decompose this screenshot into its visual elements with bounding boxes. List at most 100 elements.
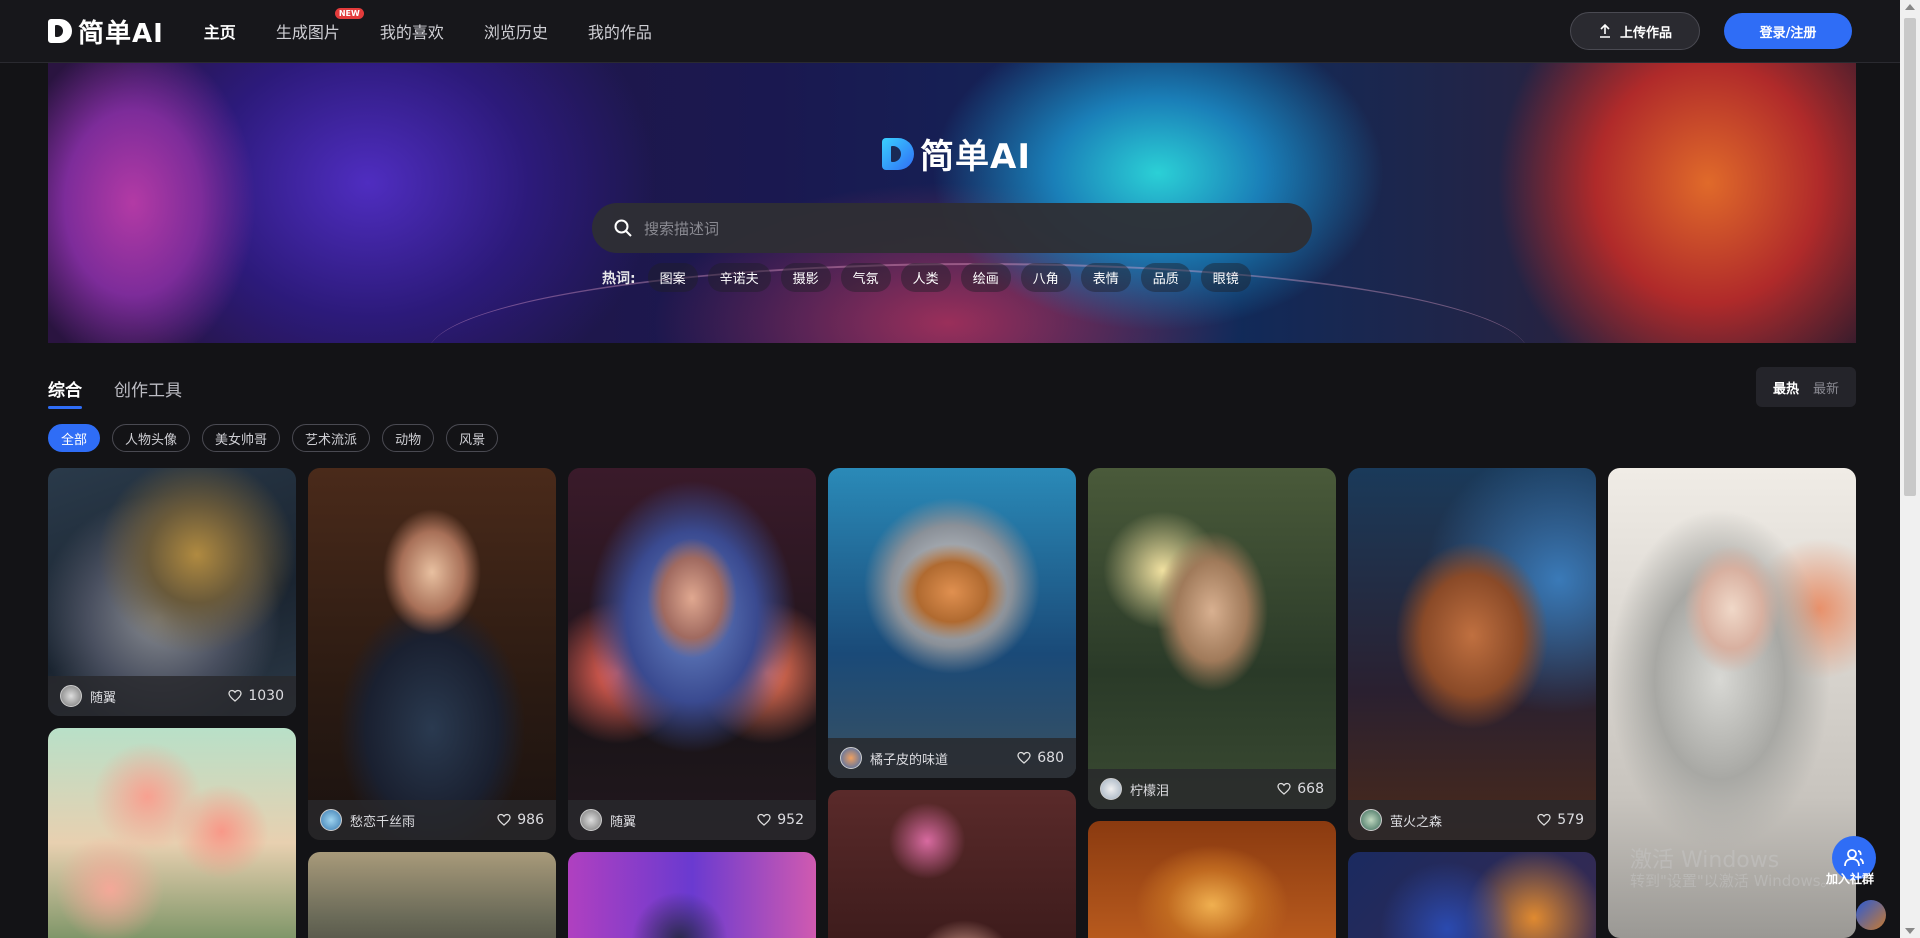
- gallery-card[interactable]: [1348, 852, 1596, 938]
- gallery-card[interactable]: 柠檬泪 668: [1088, 468, 1336, 809]
- card-image-neon-portrait: [568, 852, 816, 938]
- card-footer: 愁恋千丝雨 986: [308, 800, 556, 840]
- logo-text: 简单AI: [78, 18, 164, 49]
- hot-tag[interactable]: 人类: [900, 263, 951, 292]
- gallery-card[interactable]: [828, 790, 1076, 938]
- page-scrollbar[interactable]: [1900, 0, 1920, 938]
- filter-beauty[interactable]: 美女帅哥: [202, 424, 281, 452]
- upload-button[interactable]: 上传作品: [1570, 12, 1700, 50]
- hot-keywords-label: 热词:: [602, 270, 636, 287]
- card-author[interactable]: 柠檬泪: [1130, 780, 1169, 799]
- card-footer: 萤火之森 579: [1348, 800, 1596, 840]
- like-count[interactable]: 680: [1017, 750, 1064, 766]
- site-logo[interactable]: 简单AI: [48, 13, 164, 50]
- heart-icon: [228, 689, 243, 702]
- scroll-up-arrow-icon[interactable]: [1905, 4, 1915, 10]
- gallery-card[interactable]: [308, 852, 556, 938]
- gallery-card[interactable]: [1088, 821, 1336, 938]
- gallery-card[interactable]: 愁恋千丝雨 986: [308, 468, 556, 840]
- card-author[interactable]: 随翼: [90, 687, 116, 706]
- hot-tag[interactable]: 眼镜: [1200, 263, 1251, 292]
- tab-creation-tools[interactable]: 创作工具: [114, 376, 182, 409]
- hot-tag[interactable]: 绘画: [960, 263, 1011, 292]
- filter-animals[interactable]: 动物: [382, 424, 435, 452]
- avatar[interactable]: [1360, 809, 1382, 831]
- main-nav: 主页 生成图片 NEW 我的喜欢 浏览历史 我的作品: [204, 8, 652, 43]
- like-count[interactable]: 579: [1537, 812, 1584, 828]
- nav-favorites[interactable]: 我的喜欢: [380, 19, 444, 43]
- card-footer: 橘子皮的味道 680: [828, 738, 1076, 778]
- like-count[interactable]: 986: [497, 812, 544, 828]
- gallery-card[interactable]: [568, 852, 816, 938]
- card-image-gothic-lady: [308, 468, 556, 840]
- sort-toggle: 最热 最新: [1756, 367, 1856, 407]
- like-count[interactable]: 668: [1277, 781, 1324, 797]
- card-image-astronaut-kitten: [828, 468, 1076, 778]
- card-image-pink-flowers: [48, 728, 296, 938]
- hot-tag[interactable]: 辛诺夫: [707, 263, 771, 292]
- filter-all[interactable]: 全部: [48, 424, 101, 452]
- gallery-card[interactable]: 萤火之森 579: [1348, 468, 1596, 840]
- page: 简单AI 主页 生成图片 NEW 我的喜欢 浏览历史 我的作品 上传作品 登录/…: [0, 0, 1920, 938]
- hero-banner: 简单AI 搜索描述词 热词: 图案 辛诺夫 摄影 气氛 人类 绘画 八角 表情 …: [48, 63, 1856, 343]
- like-count-value: 1030: [248, 688, 284, 704]
- card-footer: 随翼 1030: [48, 676, 296, 716]
- hot-tag[interactable]: 图案: [647, 263, 698, 292]
- like-count-value: 986: [517, 812, 544, 828]
- gallery-card[interactable]: [48, 728, 296, 938]
- hot-keywords: 热词: 图案 辛诺夫 摄影 气氛 人类 绘画 八角 表情 品质 眼镜: [602, 263, 1251, 292]
- gallery-card[interactable]: 随翼 1030: [48, 468, 296, 716]
- top-navbar: 简单AI 主页 生成图片 NEW 我的喜欢 浏览历史 我的作品 上传作品 登录/…: [0, 0, 1900, 63]
- heart-icon: [1017, 751, 1031, 764]
- tab-overview[interactable]: 综合: [48, 376, 82, 409]
- floating-app-icon[interactable]: [1856, 900, 1886, 930]
- card-image-flower-crown-girl: [828, 790, 1076, 938]
- hot-tag[interactable]: 八角: [1020, 263, 1071, 292]
- nav-my-works[interactable]: 我的作品: [588, 19, 652, 43]
- upload-icon: [1599, 24, 1610, 38]
- avatar[interactable]: [840, 747, 862, 769]
- hot-tag[interactable]: 摄影: [780, 263, 831, 292]
- card-author[interactable]: 萤火之森: [1390, 811, 1442, 830]
- scrollbar-thumb[interactable]: [1904, 18, 1916, 496]
- avatar[interactable]: [580, 809, 602, 831]
- login-button[interactable]: 登录/注册: [1724, 13, 1852, 49]
- windows-watermark-subtitle: 转到"设置"以激活 Windows。: [1630, 872, 1836, 890]
- scroll-down-arrow-icon[interactable]: [1905, 928, 1915, 934]
- card-author[interactable]: 橘子皮的味道: [870, 749, 948, 768]
- like-count-value: 680: [1037, 750, 1064, 766]
- hot-tag[interactable]: 表情: [1080, 263, 1131, 292]
- sort-hot[interactable]: 最热: [1773, 378, 1799, 397]
- card-author[interactable]: 随翼: [610, 811, 636, 830]
- search-input[interactable]: 搜索描述词: [644, 218, 719, 239]
- heart-icon: [497, 813, 511, 826]
- card-image-misty-landscape: [308, 852, 556, 938]
- search-icon: [614, 219, 632, 237]
- filter-art-style[interactable]: 艺术流派: [292, 424, 371, 452]
- filter-portrait[interactable]: 人物头像: [112, 424, 191, 452]
- search-bar[interactable]: 搜索描述词: [592, 203, 1312, 253]
- like-count[interactable]: 952: [757, 812, 804, 828]
- gallery-card[interactable]: 橘子皮的味道 680: [828, 468, 1076, 778]
- nav-generate[interactable]: 生成图片 NEW: [276, 8, 364, 43]
- nav-history[interactable]: 浏览历史: [484, 19, 548, 43]
- card-image-sparkle-face: [1088, 468, 1336, 809]
- logo-mark-icon: [48, 19, 72, 43]
- avatar[interactable]: [1100, 778, 1122, 800]
- avatar[interactable]: [60, 685, 82, 707]
- avatar[interactable]: [320, 809, 342, 831]
- users-icon: [1844, 849, 1864, 867]
- card-author[interactable]: 愁恋千丝雨: [350, 811, 415, 830]
- hot-tag[interactable]: 气氛: [840, 263, 891, 292]
- header-actions: 上传作品 登录/注册: [1570, 12, 1852, 50]
- nav-home[interactable]: 主页: [204, 19, 236, 43]
- heart-icon: [757, 813, 771, 826]
- join-community-label[interactable]: 加入社群: [1826, 870, 1874, 887]
- sort-new[interactable]: 最新: [1813, 378, 1839, 397]
- filter-scenery[interactable]: 风景: [446, 424, 499, 452]
- hero-logo: 简单AI: [882, 129, 1031, 178]
- like-count[interactable]: 1030: [228, 688, 284, 704]
- gallery-card[interactable]: 随翼 952: [568, 468, 816, 840]
- hot-tag[interactable]: 品质: [1140, 263, 1191, 292]
- like-count-value: 952: [777, 812, 804, 828]
